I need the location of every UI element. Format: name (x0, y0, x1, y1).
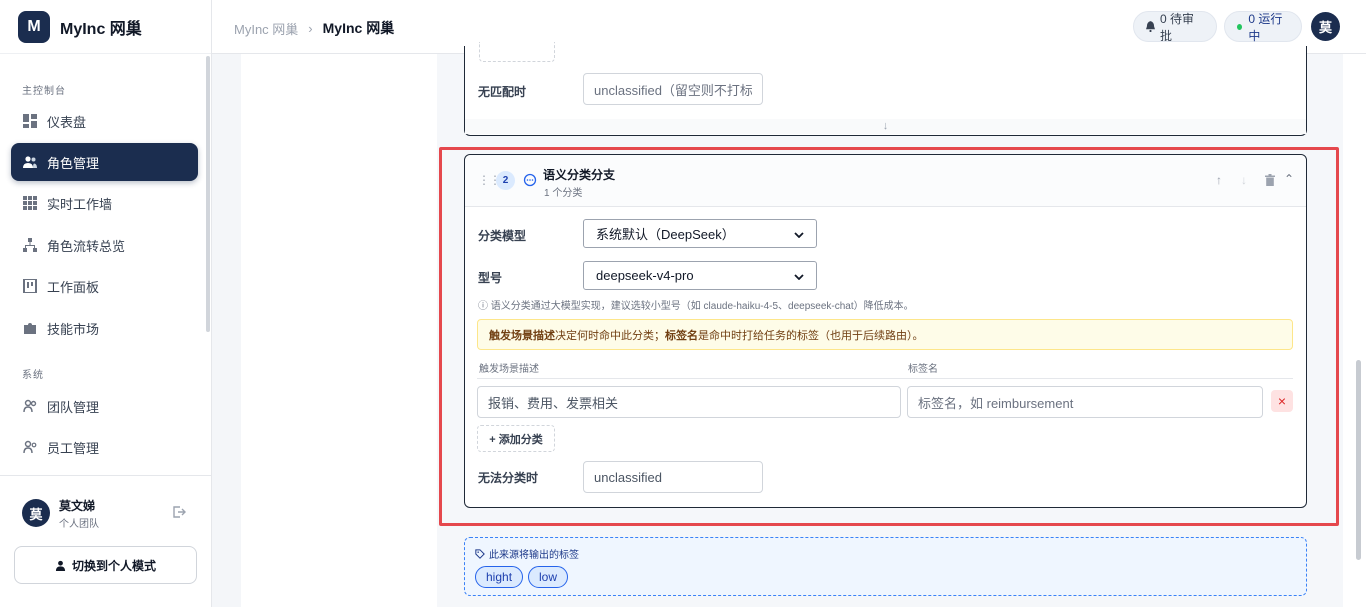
breadcrumb: MyInc 网巢 › MyInc 网巢 (234, 18, 394, 38)
focus-highlight (439, 147, 1339, 526)
sidebar-item-label: 技能市场 (47, 321, 100, 337)
puzzle-icon (23, 321, 37, 335)
users-icon (23, 155, 37, 169)
sidebar-item-label: 实时工作墙 (47, 196, 113, 212)
user-name: 莫文娣 (59, 499, 96, 513)
pending-approval-label: 0 待审批 (1160, 11, 1195, 43)
dashboard-icon (23, 114, 37, 128)
sidebar-item-dashboard[interactable]: 仪表盘 (11, 102, 198, 140)
user-team: 个人团队 (59, 519, 99, 530)
sidebar-item-role-flow[interactable]: 角色流转总览 (11, 226, 198, 264)
sidebar-item-employees[interactable]: 员工管理 (11, 428, 198, 466)
sidebar-scrollbar[interactable] (206, 56, 210, 332)
switch-personal-mode-label: 切换到个人模式 (71, 558, 156, 573)
page-scrollbar[interactable] (1356, 360, 1361, 560)
board-icon (23, 279, 37, 293)
user-box: 莫 莫文娣 个人团队 切换到个人模式 (0, 475, 211, 607)
no-match-placeholder: unclassified（留空则不打标签 (594, 82, 752, 98)
sidebar-item-label: 工作面板 (47, 279, 100, 295)
no-match-label: 无匹配时 (478, 85, 527, 99)
output-tag[interactable]: low (528, 566, 569, 588)
arrow-down-icon: ↓ (465, 119, 1306, 134)
nav-section-system: 系统 (22, 370, 44, 381)
output-tag[interactable]: hight (475, 566, 524, 588)
previous-branch-card: 无匹配时 unclassified（留空则不打标签 ↓ (464, 42, 1307, 136)
sidebar-item-workwall[interactable]: 实时工作墙 (11, 184, 198, 222)
sidebar-item-label: 团队管理 (47, 399, 100, 415)
output-tags-title-text: 此来源将输出的标签 (489, 550, 579, 561)
brand-logo: M (18, 10, 50, 43)
breadcrumb-current: MyInc 网巢 (322, 20, 395, 36)
sidebar-item-label: 角色流转总览 (47, 238, 126, 254)
sidebar: M MyInc 网巢 主控制台 仪表盘 角色管理 实时工作墙 角色流转总览 工作… (0, 0, 212, 607)
brand[interactable]: M MyInc 网巢 (0, 0, 211, 54)
breadcrumb-root[interactable]: MyInc 网巢 (234, 19, 298, 38)
grid-icon (23, 196, 37, 210)
team-icon (23, 399, 37, 413)
hierarchy-icon (23, 238, 37, 252)
sidebar-item-label: 角色管理 (47, 155, 100, 171)
person-icon (55, 560, 66, 571)
employees-icon (23, 440, 37, 454)
bell-icon (1146, 21, 1155, 32)
running-status-badge[interactable]: 0 运行中 (1224, 11, 1302, 43)
nav-section-main: 主控制台 (22, 86, 66, 97)
sidebar-item-label: 员工管理 (47, 440, 100, 456)
chevron-right-icon: › (308, 20, 313, 36)
switch-personal-mode-button[interactable]: 切换到个人模式 (14, 546, 197, 584)
logout-icon[interactable] (171, 504, 187, 520)
output-tags-box: 此来源将输出的标签 hight low (464, 537, 1307, 596)
sidebar-item-team[interactable]: 团队管理 (11, 387, 198, 425)
sidebar-item-skill-market[interactable]: 技能市场 (11, 309, 198, 347)
tag-icon (475, 548, 485, 559)
output-tags-title: 此来源将输出的标签 (475, 546, 579, 561)
sidebar-item-label: 仪表盘 (47, 114, 87, 130)
running-dot (1237, 23, 1243, 30)
brand-name: MyInc 网巢 (60, 20, 142, 38)
user-avatar[interactable]: 莫 (22, 499, 50, 527)
sidebar-item-roles[interactable]: 角色管理 (11, 143, 198, 181)
running-label: 0 运行中 (1248, 11, 1283, 43)
no-match-input[interactable]: unclassified（留空则不打标签 (583, 73, 763, 105)
sidebar-item-work-board[interactable]: 工作面板 (11, 267, 198, 305)
pending-approval-badge[interactable]: 0 待审批 (1133, 11, 1217, 43)
top-avatar[interactable]: 莫 (1311, 12, 1340, 41)
previous-add-button-edge[interactable] (479, 42, 555, 62)
